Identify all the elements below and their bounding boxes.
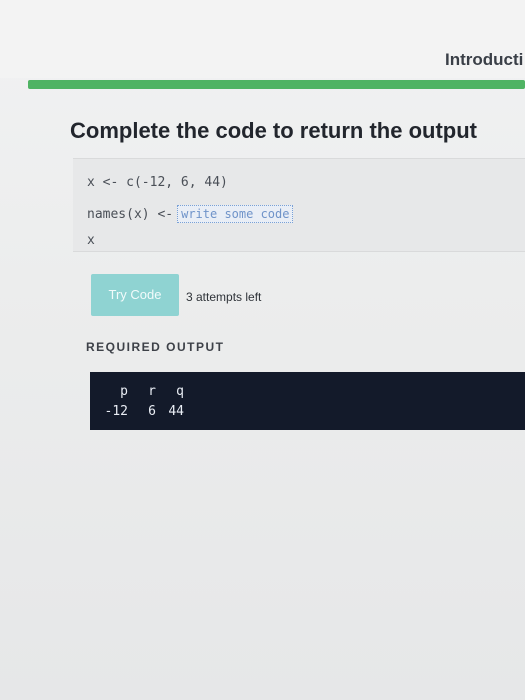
code-editor: x <- c(-12, 6, 44) names(x) <- write some… — [73, 158, 525, 252]
attempts-left-text: 3 attempts left — [186, 290, 262, 304]
output-name-cell: p — [120, 384, 128, 399]
code-input-field[interactable]: write some code — [177, 205, 294, 223]
output-value-cell: 44 — [168, 404, 184, 419]
output-name-cell: q — [176, 384, 184, 399]
code-line-2: names(x) <- write some code — [87, 205, 294, 223]
code-line-3: x — [87, 233, 95, 248]
code-line-1: x <- c(-12, 6, 44) — [87, 175, 228, 190]
output-name-cell: r — [148, 384, 156, 399]
course-title[interactable]: Introducti — [445, 50, 525, 70]
required-output-label: REQUIRED OUTPUT — [86, 340, 225, 354]
progress-bar-fill — [28, 80, 525, 89]
output-value-cell: -12 — [104, 404, 128, 419]
output-value-cell: 6 — [148, 404, 156, 419]
required-output-box: p r q -12 6 44 — [90, 372, 525, 430]
exercise-title: Complete the code to return the output — [70, 118, 477, 143]
top-bar: Introducti — [0, 0, 525, 78]
try-code-button[interactable]: Try Code — [91, 274, 179, 316]
page: Introducti Complete the code to return t… — [0, 0, 525, 700]
progress-bar — [28, 80, 525, 89]
code-line-2-prefix: names(x) <- — [87, 207, 174, 222]
